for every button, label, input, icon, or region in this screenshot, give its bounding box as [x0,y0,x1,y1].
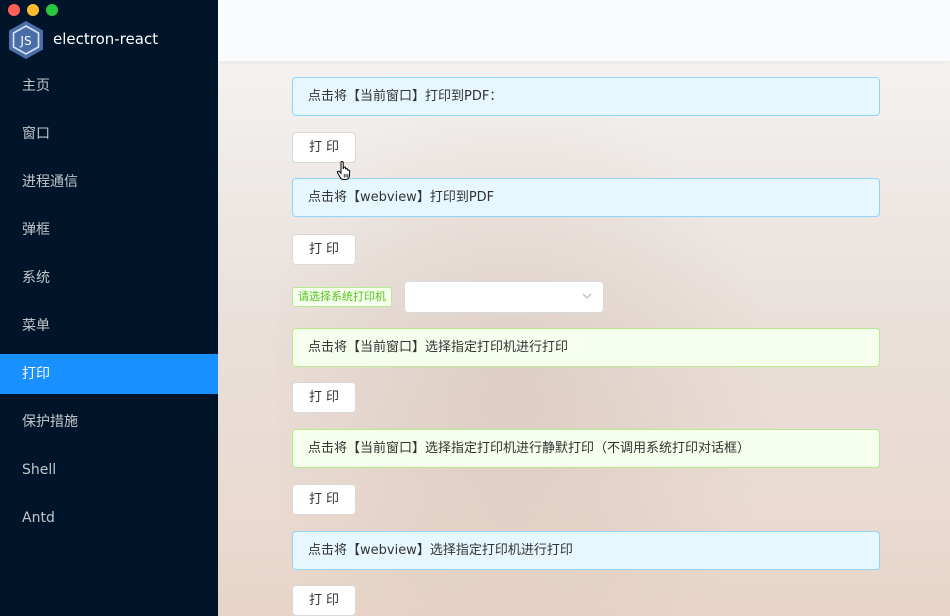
print-pdf-window-alert: 点击将【当前窗口】打印到PDF： [292,77,880,116]
print-printer-window-button[interactable]: 打印 [292,382,356,413]
sidebar-menu: 主页 窗口 进程通信 弹框 系统 菜单 打印 保护措施 Shell Antd [0,62,218,542]
print-panel: 点击将【当前窗口】打印到PDF： 打印 点击将【webview】打印到PDF 打… [292,77,880,616]
sidebar-item-dialog[interactable]: 弹框 [0,206,218,254]
sidebar-item-home[interactable]: 主页 [0,62,218,110]
printer-tag: 请选择系统打印机 [292,287,392,307]
maximize-window-button[interactable] [46,4,58,16]
main-content: 点击将【当前窗口】打印到PDF： 打印 点击将【webview】打印到PDF 打… [218,0,950,616]
printer-select-row: 请选择系统打印机 [292,281,880,313]
print-silent-window-alert: 点击将【当前窗口】选择指定打印机进行静默打印（不调用系统打印对话框） [292,429,880,468]
nodejs-logo-icon: JS [9,21,43,59]
app-title: electron-react [53,30,159,48]
page-header [218,0,950,62]
sidebar: JS electron-react 主页 窗口 进程通信 弹框 系统 菜单 打印… [0,0,218,616]
print-pdf-window-button[interactable]: 打印 [292,132,356,163]
minimize-window-button[interactable] [27,4,39,16]
print-pdf-webview-button[interactable]: 打印 [292,234,356,265]
svg-text:JS: JS [19,34,31,48]
window-controls [8,4,58,16]
sidebar-item-window[interactable]: 窗口 [0,110,218,158]
sidebar-item-system[interactable]: 系统 [0,254,218,302]
print-pdf-webview-alert: 点击将【webview】打印到PDF [292,178,880,217]
sidebar-item-print[interactable]: 打印 [0,354,218,394]
print-printer-window-alert: 点击将【当前窗口】选择指定打印机进行打印 [292,328,880,367]
chevron-down-icon [582,293,592,299]
sidebar-item-ipc[interactable]: 进程通信 [0,158,218,206]
hand-pointer-icon [336,161,351,180]
print-printer-webview-button[interactable]: 打印 [292,585,356,616]
sidebar-item-antd[interactable]: Antd [0,494,218,542]
sidebar-item-protection[interactable]: 保护措施 [0,398,218,446]
print-printer-webview-alert: 点击将【webview】选择指定打印机进行打印 [292,531,880,570]
close-window-button[interactable] [8,4,20,16]
printer-select[interactable] [404,281,604,313]
sidebar-item-shell[interactable]: Shell [0,446,218,494]
sidebar-item-menu[interactable]: 菜单 [0,302,218,350]
print-silent-window-button[interactable]: 打印 [292,484,356,515]
